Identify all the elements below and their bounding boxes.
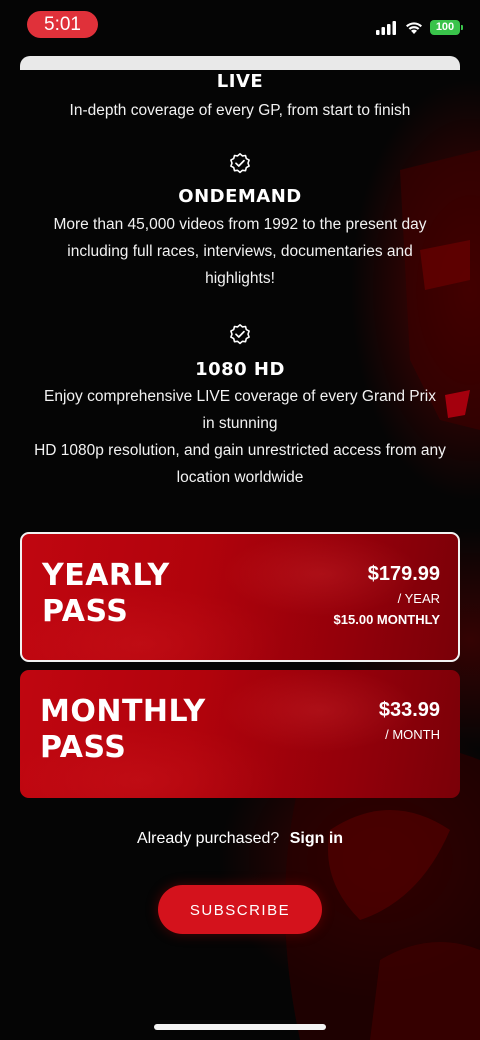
monthly-pass-option[interactable]: MONTHLY PASS $33.99 / MONTH [20,670,460,798]
plan-price: $179.99 [367,563,440,585]
feature-ondemand: ONDEMAND More than 45,000 videos from 19… [0,152,480,292]
feature-description-line: including full races, interviews, docume… [67,243,413,260]
plan-pricing: $179.99 / YEAR $15.00 MONTHLY [334,562,440,629]
signin-prompt: Already purchased? [136,830,280,847]
feature-live: LIVE In-depth coverage of every GP, from… [0,70,480,124]
verified-badge-icon [230,324,250,345]
feature-description-line: highlights! [205,270,275,287]
feature-title: ONDEMAND [178,186,302,207]
plan-name: YEARLY PASS [42,558,170,630]
feature-description-line: More than 45,000 videos from 1992 to the… [53,216,427,233]
subscribe-button[interactable]: SUBSCRIBE [158,885,322,934]
plan-monthly-equivalent: $15.00 MONTHLY [333,612,440,627]
status-icons: 100 [376,20,463,35]
plan-name-line: MONTHLY [40,694,206,729]
verified-badge-icon [230,153,250,174]
yearly-pass-option[interactable]: YEARLY PASS $179.99 / YEAR $15.00 MONTHL… [20,532,460,662]
feature-title: 1080 HD [195,359,285,380]
plan-period: / YEAR [397,591,440,606]
signal-icon [376,20,396,35]
feature-description-line: Enjoy comprehensive LIVE coverage of eve… [44,388,436,405]
feature-description-line: In-depth coverage of every GP, from star… [69,102,411,119]
feature-description: Enjoy comprehensive LIVE coverage of eve… [0,383,480,491]
home-indicator[interactable] [154,1024,326,1030]
plan-name-line: PASS [40,730,127,765]
status-time: 5:01 [27,11,98,38]
feature-description-line: location worldwide [176,469,304,486]
status-bar: 5:01 100 [0,0,480,52]
plan-pricing: $33.99 / MONTH [379,698,440,744]
plan-period: / MONTH [385,727,440,742]
feature-1080hd: 1080 HD Enjoy comprehensive LIVE coverag… [0,323,480,491]
plan-name: MONTHLY PASS [40,694,206,766]
feature-description: More than 45,000 videos from 1992 to the… [0,211,480,292]
plan-price: $33.99 [378,699,440,721]
plan-name-line: YEARLY [42,558,170,593]
sign-in-link[interactable]: Sign in [290,830,343,847]
plan-name-line: PASS [42,594,129,629]
feature-description-line: in stunning [202,415,278,432]
wifi-icon [406,22,422,34]
signin-row: Already purchased? Sign in [0,830,480,848]
battery-icon: 100 [430,20,463,35]
feature-description-line: HD 1080p resolution, and gain unrestrict… [34,442,446,459]
feature-title: LIVE [216,71,264,92]
feature-description: In-depth coverage of every GP, from star… [0,97,480,124]
sheet-top-edge [20,56,460,70]
